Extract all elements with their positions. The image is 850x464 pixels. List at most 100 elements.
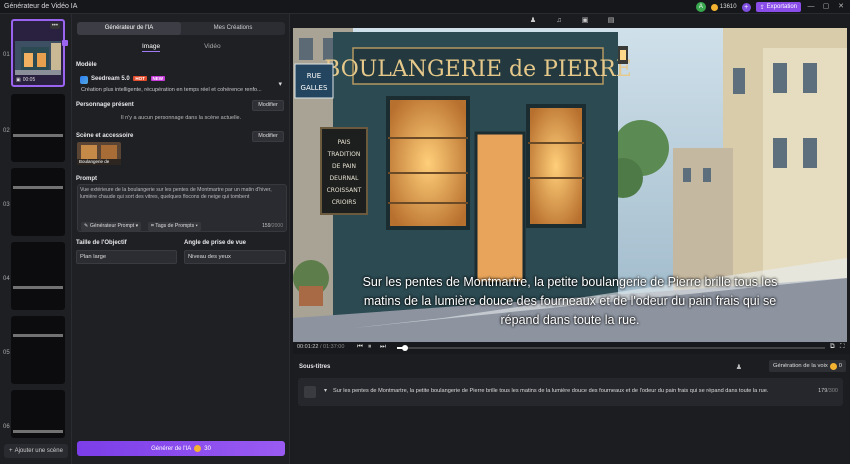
app-title: Générateur de Vidéo IA <box>4 3 78 10</box>
add-scene-button[interactable]: + Ajouter une scène <box>4 444 68 458</box>
maximize-icon[interactable]: ▢ <box>821 2 831 12</box>
media-tabs: Image Vidéo <box>142 43 221 52</box>
coin-icon <box>710 3 718 11</box>
subtitle-text[interactable]: Sur les pentes de Montmartre, la petite … <box>333 388 768 394</box>
model-selector[interactable]: Seedream 5.0 HOT NEW Création plus intel… <box>77 72 285 98</box>
model-label: Modèle <box>76 62 97 68</box>
coin-icon <box>194 445 202 452</box>
subtitles-panel: Sous-titres ♟ Génération de la voix 0 ▾ … <box>293 354 850 464</box>
prompt-char-count: 159/2000 <box>262 223 283 229</box>
svg-text:CROISSANT: CROISSANT <box>327 187 362 194</box>
tag-icon: ⌗ <box>151 223 154 229</box>
prompt-generator-dropdown[interactable]: ✎ Générateur Prompt ▾ <box>81 222 142 231</box>
scene-number: 02 <box>3 128 10 134</box>
voice-icon[interactable]: ♟ <box>528 16 538 26</box>
generate-button[interactable]: Générer de l'IA 30 <box>77 441 285 456</box>
image-icon[interactable]: ▣ <box>580 16 590 26</box>
prompt-text[interactable]: Vue extérieure de la boulangerie sur les… <box>80 187 284 200</box>
voice-settings-icon[interactable]: ♟ <box>736 363 742 371</box>
tab-ai-generator[interactable]: Générateur de l'IA <box>77 22 181 35</box>
scene-card-1[interactable]: ••• ▣ 00:05 <box>11 19 65 87</box>
next-icon[interactable]: ⏭ <box>380 343 386 351</box>
hot-badge: HOT <box>133 76 147 81</box>
model-name: Seedream 5.0 HOT NEW <box>91 76 166 82</box>
fullscreen-icon[interactable]: ⛶ <box>840 343 845 351</box>
upload-icon: ⇪ <box>759 4 765 11</box>
scene-prop-caption: Boulangerie de <box>79 159 110 164</box>
scene-prop-thumbnail[interactable]: Boulangerie de <box>77 142 121 165</box>
scene-text-line <box>13 286 63 289</box>
music-icon[interactable]: ♫ <box>554 16 564 26</box>
pause-icon[interactable]: ⏸ <box>368 343 371 351</box>
minimize-icon[interactable]: — <box>806 2 816 12</box>
avatar[interactable]: A <box>695 2 706 12</box>
tab-image[interactable]: Image <box>142 43 161 52</box>
model-description: Création plus intelligente, récupération… <box>81 87 262 93</box>
lens-select[interactable]: Plan large <box>76 250 177 264</box>
playback-bar: 00:01:22 / 01:37:00 ⏮ ⏸ ⏭ ⧉ ⛶ <box>293 342 850 354</box>
export-label: Exportation <box>766 4 797 10</box>
tab-video[interactable]: Vidéo <box>204 43 221 52</box>
model-logo-icon <box>80 76 88 84</box>
character-label: Personnage présent <box>76 102 134 108</box>
caption-line-3: répand dans toute la rue. <box>500 313 640 327</box>
time-display: 00:01:22 / 01:37:00 <box>297 344 345 350</box>
scene-number: 01 <box>3 52 10 58</box>
screenshot-icon[interactable]: ⧉ <box>830 343 835 351</box>
modify-scene-button[interactable]: Modifier <box>252 131 284 142</box>
coin-icon <box>829 362 837 370</box>
play-audio-icon[interactable] <box>304 386 316 398</box>
drag-handle[interactable] <box>62 40 68 46</box>
plus-icon: + <box>9 448 13 454</box>
scene-text-line <box>13 334 63 337</box>
scene-card-5[interactable] <box>11 316 65 384</box>
svg-text:GALLES: GALLES <box>301 84 328 92</box>
image-icon: ▣ <box>16 77 21 83</box>
lens-label: Taille de l'Objectif <box>76 240 127 246</box>
seek-slider[interactable] <box>397 345 825 351</box>
character-note: Il n'y a aucun personnage dans la scène … <box>120 115 242 121</box>
svg-text:CRIOIRS: CRIOIRS <box>332 199 357 206</box>
new-badge: NEW <box>150 76 166 81</box>
prompt-label: Prompt <box>76 176 97 182</box>
svg-text:PAIS: PAIS <box>338 139 351 146</box>
scene-number: 06 <box>3 424 10 430</box>
subtitle-row[interactable]: ▾ Sur les pentes de Montmartre, la petit… <box>298 378 843 406</box>
scene-text-line <box>13 134 63 137</box>
scene-number: 03 <box>3 202 10 208</box>
modify-character-button[interactable]: Modifier <box>252 100 284 111</box>
export-button[interactable]: ⇪ Exportation <box>755 2 801 12</box>
chevron-down-icon[interactable]: ▾ <box>278 80 282 88</box>
prev-icon[interactable]: ⏮ <box>357 343 363 351</box>
subtitle-char-count: 179/300 <box>818 388 838 394</box>
more-icon[interactable]: ••• <box>49 23 60 29</box>
voice-generation-button[interactable]: Génération de la voix 0 <box>768 360 846 372</box>
scene-thumbnail <box>15 41 61 75</box>
main-tabs: Générateur de l'IA Mes Créations <box>77 22 285 35</box>
chevron-down-icon[interactable]: ▾ <box>324 387 327 394</box>
add-credits-button[interactable]: + <box>741 2 751 12</box>
svg-text:RUE: RUE <box>307 72 321 80</box>
svg-text:DE PAIN: DE PAIN <box>332 163 356 170</box>
caption-line-2: matins de la lumière douce des fourneaux… <box>363 294 777 308</box>
angle-select[interactable]: Niveau des yeux <box>184 250 286 264</box>
chat-icon[interactable]: ▤ <box>606 16 616 26</box>
tab-my-creations[interactable]: Mes Créations <box>181 22 285 35</box>
close-icon[interactable]: ✕ <box>836 2 846 12</box>
credits-display: 13610 <box>710 3 737 11</box>
scene-props-label: Scène et accessoire <box>76 133 134 139</box>
scene-card-4[interactable] <box>11 242 65 310</box>
preview-toolbar: ♟ ♫ ▣ ▤ <box>290 14 850 28</box>
bakery-sign: BOULANGERIE de PIERRE <box>324 57 632 82</box>
scene-card-2[interactable] <box>11 94 65 162</box>
prompt-tags-dropdown[interactable]: ⌗ Tags de Prompts ▾ <box>148 222 201 231</box>
seek-knob[interactable] <box>402 345 409 351</box>
caption-line-1: Sur les pentes de Montmartre, la petite … <box>362 275 778 289</box>
title-bar: Générateur de Vidéo IA A 13610 + ⇪ Expor… <box>0 0 850 14</box>
scene-card-6[interactable] <box>11 390 65 438</box>
scene-card-3[interactable] <box>11 168 65 236</box>
prompt-input[interactable]: Vue extérieure de la boulangerie sur les… <box>77 184 287 232</box>
generator-panel: Générateur de l'IA Mes Créations Image V… <box>72 14 290 464</box>
video-preview[interactable]: BOULANGERIE de PIERRE RUE GALLES PAIS TR… <box>293 28 847 342</box>
scene-duration: ▣ 00:05 <box>16 77 36 83</box>
